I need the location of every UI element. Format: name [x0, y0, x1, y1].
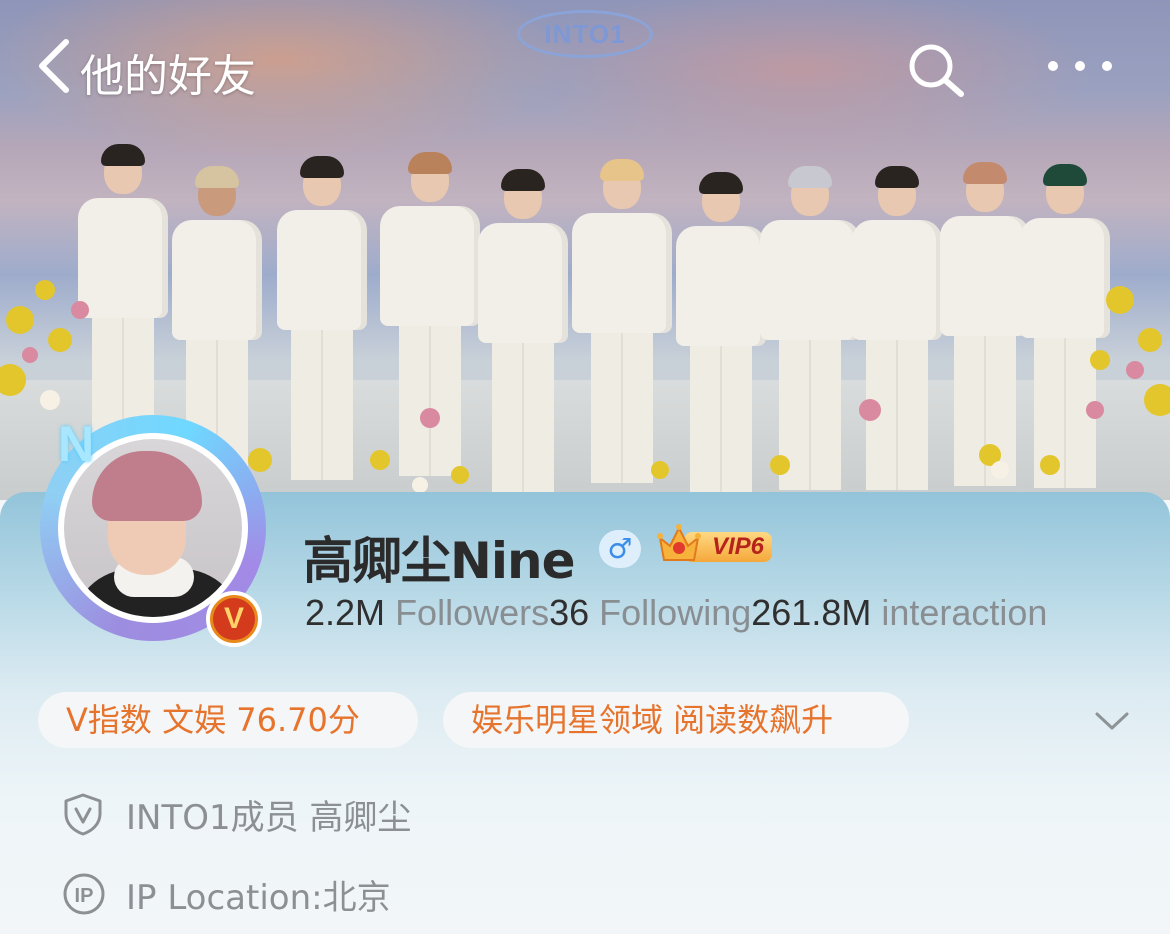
ip-location-text: IP Location:北京: [126, 878, 391, 918]
banner-logo: INTO1: [517, 10, 653, 58]
ip-icon: IP: [63, 873, 105, 915]
interaction-count: 261.8M: [751, 592, 872, 633]
followers-label: Followers: [395, 592, 550, 633]
shield-v-icon: [64, 793, 102, 836]
vip-badge[interactable]: VIP6: [656, 522, 774, 568]
male-gender-icon: ♂: [599, 530, 641, 568]
svg-text:IP: IP: [75, 885, 94, 907]
following-count: 36: [549, 592, 590, 633]
back-chevron-left-icon[interactable]: [36, 38, 76, 94]
chevron-down-icon[interactable]: [1093, 708, 1131, 734]
more-horizontal-icon[interactable]: [1045, 56, 1115, 76]
profile-name: 高卿尘Nine: [303, 532, 575, 590]
stats-row: 2.2M Followers36 Following261.8M interac…: [305, 592, 1047, 634]
verified-badge-icon: V: [206, 591, 262, 647]
interaction-stat[interactable]: 261.8M interaction: [751, 592, 1047, 633]
avatar[interactable]: N V: [34, 405, 274, 647]
interaction-label: interaction: [881, 592, 1048, 633]
domain-ranking-chip[interactable]: 娱乐明星领域 阅读数飙升: [443, 692, 909, 748]
followers-stat[interactable]: 2.2M Followers: [305, 592, 549, 633]
verification-text: INTO1成员 高卿尘: [126, 798, 412, 838]
following-label: Following: [599, 592, 752, 633]
avatar-frame-letter: N: [58, 416, 95, 472]
v-index-chip[interactable]: V指数 文娱 76.70分: [38, 692, 418, 748]
page-title: 他的好友: [80, 51, 256, 102]
verified-badge-letter: V: [213, 598, 255, 640]
following-stat[interactable]: 36 Following: [549, 592, 751, 633]
crown-icon: [657, 524, 701, 561]
followers-count: 2.2M: [305, 592, 386, 633]
search-icon[interactable]: [905, 40, 967, 98]
